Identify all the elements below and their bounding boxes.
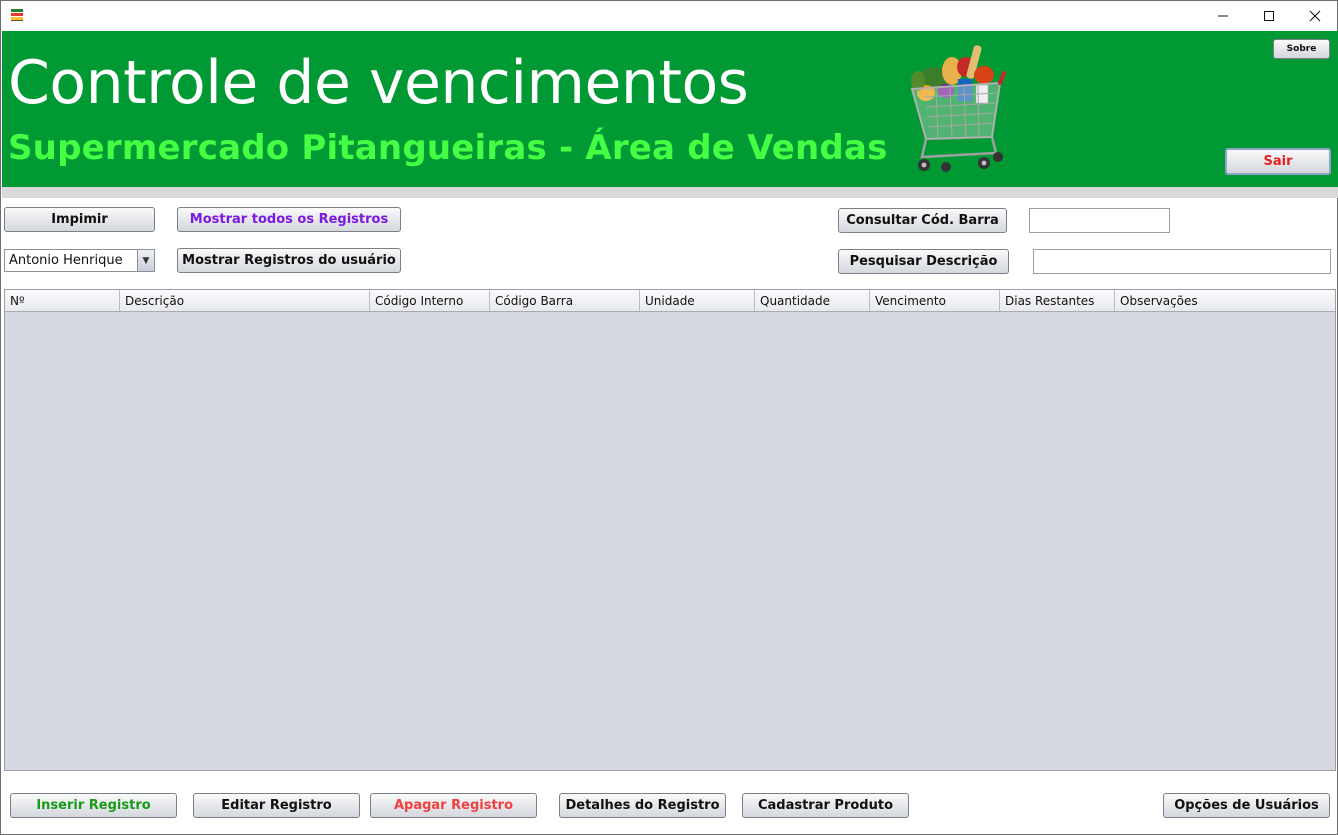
column-header-codigo-interno[interactable]: Código Interno <box>370 290 490 311</box>
maximize-button[interactable] <box>1246 1 1292 31</box>
column-header-dias-restantes[interactable]: Dias Restantes <box>1000 290 1115 311</box>
opcoes-usuarios-button[interactable]: Opções de Usuários <box>1163 793 1330 818</box>
pesquisar-descricao-button[interactable]: Pesquisar Descrição <box>838 249 1009 274</box>
mostrar-todos-button[interactable]: Mostrar todos os Registros <box>177 207 401 232</box>
minimize-icon <box>1218 15 1228 17</box>
maximize-icon <box>1264 11 1274 21</box>
editar-registro-button[interactable]: Editar Registro <box>193 793 360 818</box>
column-header-vencimento[interactable]: Vencimento <box>870 290 1000 311</box>
user-select[interactable]: Antonio Henrique ▼ <box>4 249 155 272</box>
app-window: Controle de vencimentos Supermercado Pit… <box>0 0 1338 835</box>
descricao-input[interactable] <box>1033 249 1331 274</box>
consultar-codbarra-button[interactable]: Consultar Cód. Barra <box>838 208 1007 233</box>
codbarra-input[interactable] <box>1029 208 1170 233</box>
column-header-numero[interactable]: Nº <box>5 290 120 311</box>
table-header: Nº Descrição Código Interno Código Barra… <box>5 290 1335 312</box>
sobre-button[interactable]: Sobre <box>1273 39 1330 59</box>
user-select-value: Antonio Henrique <box>9 253 123 268</box>
shopping-cart-icon <box>910 45 1006 172</box>
page-subtitle: Supermercado Pitangueiras - Área de Vend… <box>8 128 888 168</box>
close-button[interactable] <box>1292 1 1338 31</box>
column-header-unidade[interactable]: Unidade <box>640 290 755 311</box>
column-header-codigo-barra[interactable]: Código Barra <box>490 290 640 311</box>
column-header-observacoes[interactable]: Observações <box>1115 290 1335 311</box>
column-header-quantidade[interactable]: Quantidade <box>755 290 870 311</box>
detalhes-registro-button[interactable]: Detalhes do Registro <box>559 793 726 818</box>
header-separator <box>2 187 1338 198</box>
app-icon <box>11 9 23 21</box>
header-banner: Controle de vencimentos Supermercado Pit… <box>2 31 1338 187</box>
page-title: Controle de vencimentos <box>8 48 749 118</box>
chevron-down-icon[interactable]: ▼ <box>137 250 154 271</box>
mostrar-usuario-button[interactable]: Mostrar Registros do usuário <box>177 248 401 273</box>
close-icon <box>1309 10 1321 22</box>
title-bar <box>1 1 1337 31</box>
column-header-descricao[interactable]: Descrição <box>120 290 370 311</box>
inserir-registro-button[interactable]: Inserir Registro <box>10 793 177 818</box>
minimize-button[interactable] <box>1200 1 1246 31</box>
apagar-registro-button[interactable]: Apagar Registro <box>370 793 537 818</box>
imprimir-button[interactable]: Impimir <box>4 207 155 232</box>
records-table[interactable]: Nº Descrição Código Interno Código Barra… <box>4 289 1336 771</box>
sair-button[interactable]: Sair <box>1225 148 1331 175</box>
cadastrar-produto-button[interactable]: Cadastrar Produto <box>742 793 909 818</box>
